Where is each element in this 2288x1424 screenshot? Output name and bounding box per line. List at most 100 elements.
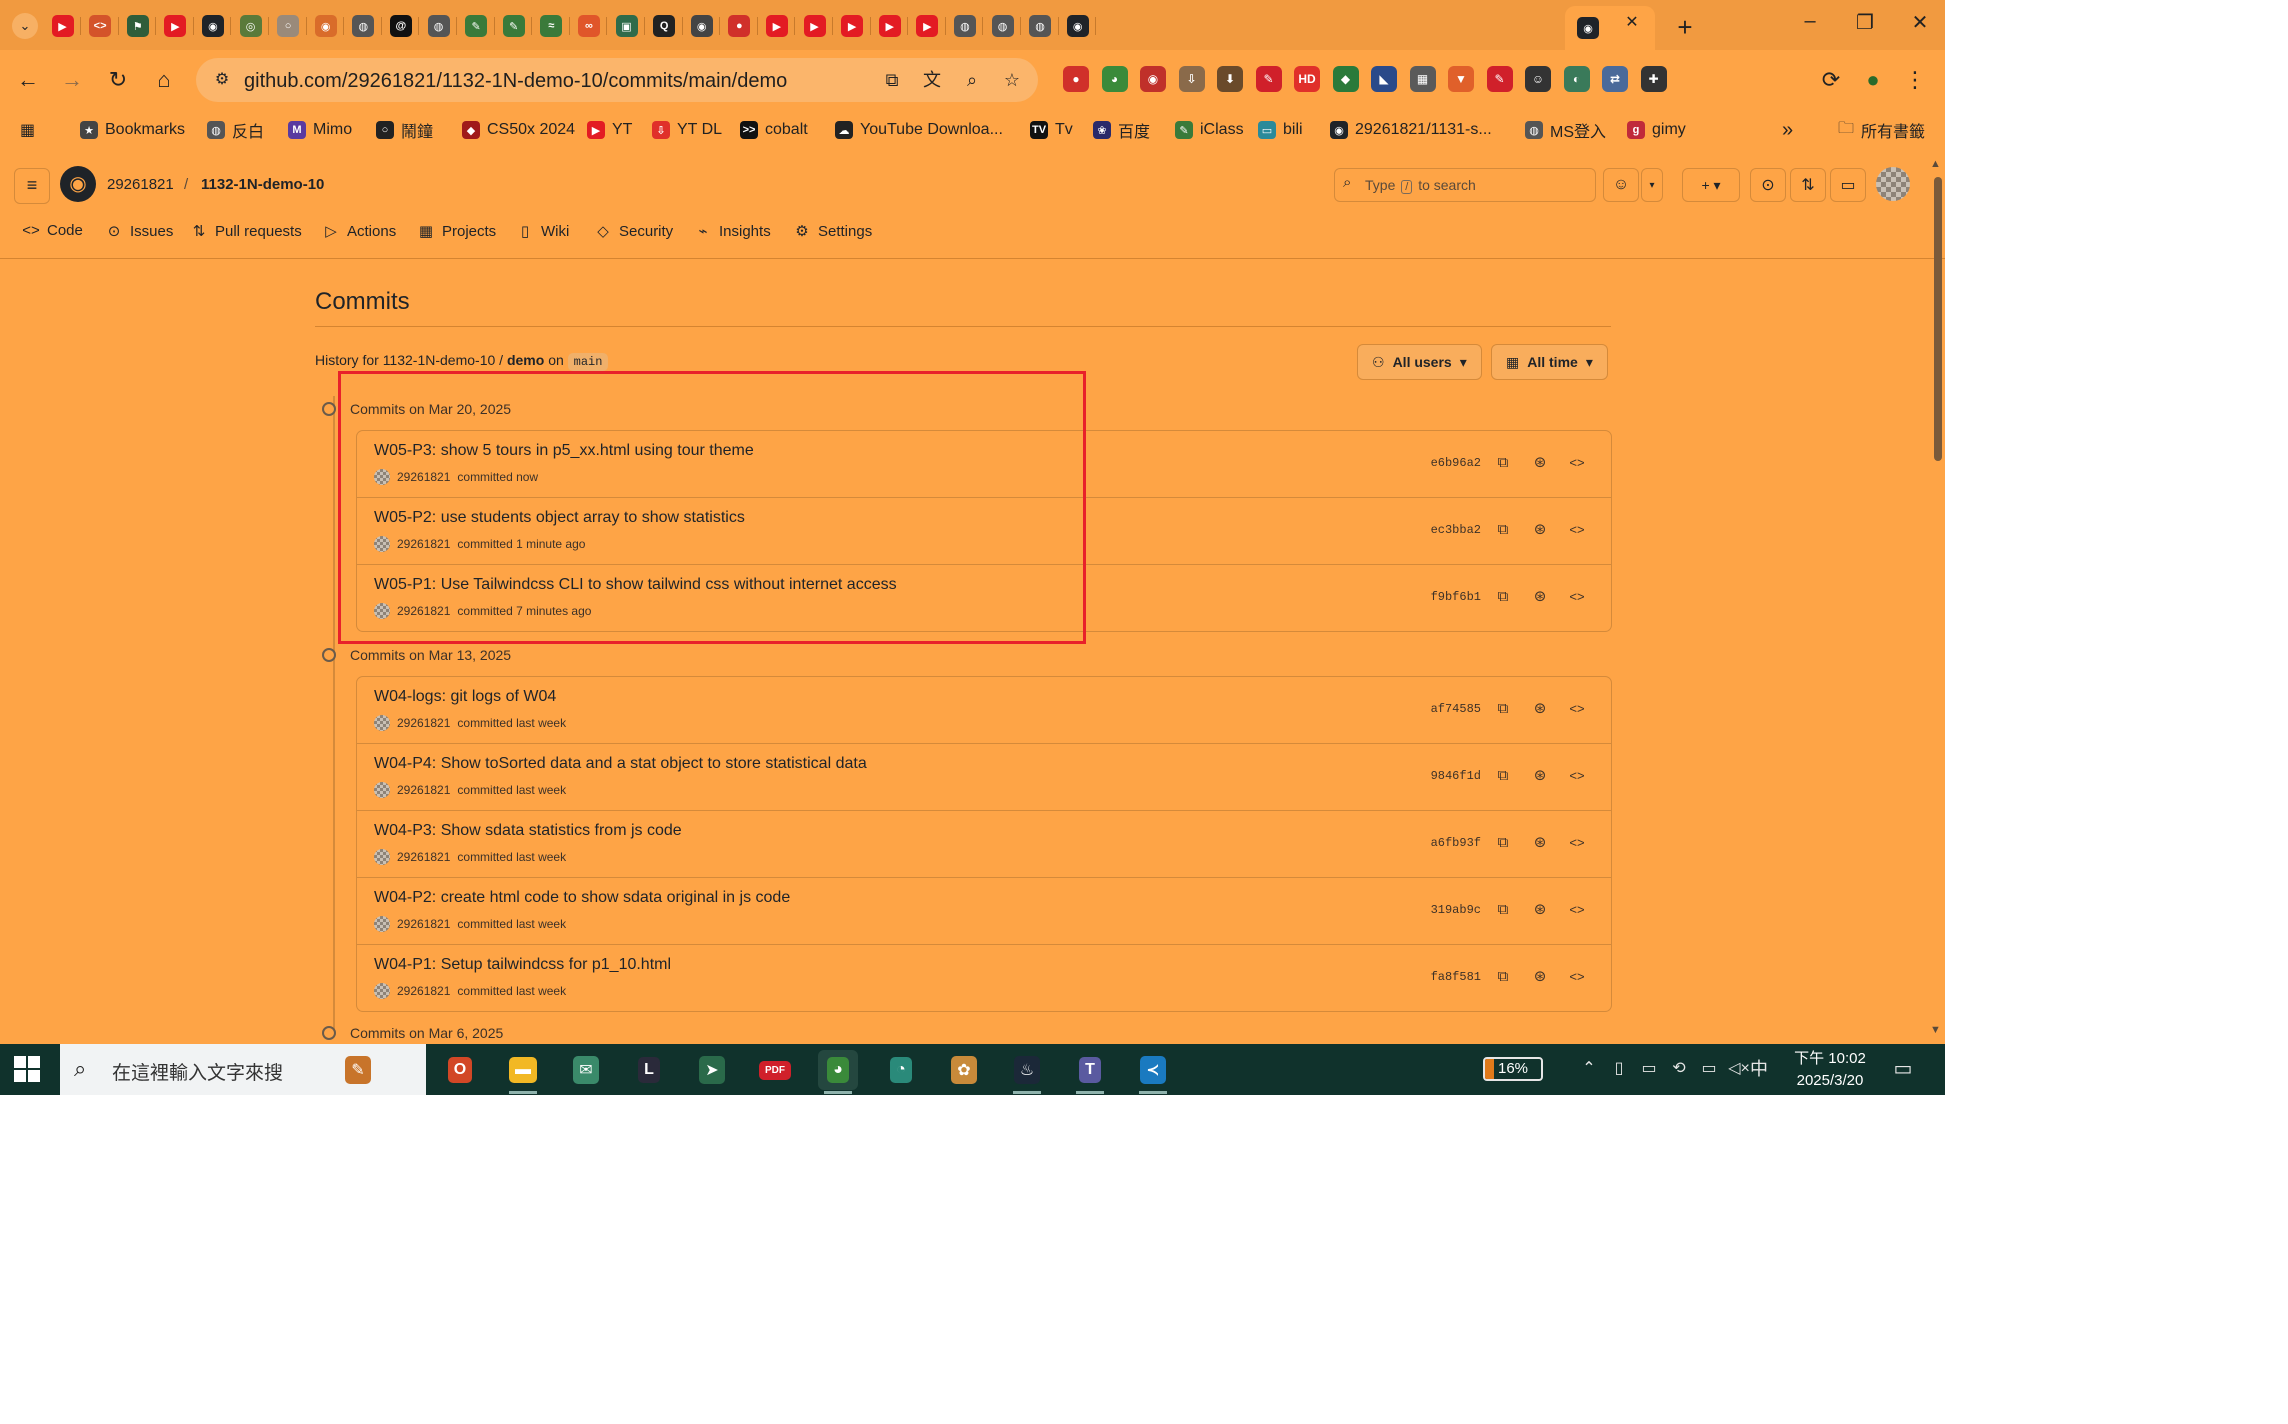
- steam-icon[interactable]: ♨: [1007, 1050, 1047, 1094]
- all-time-filter[interactable]: ▦ All time ▾: [1491, 344, 1608, 380]
- browser-tab[interactable]: ▣: [608, 8, 645, 44]
- github-search-input[interactable]: ⌕ Type / to search: [1334, 168, 1596, 202]
- bookmark-item[interactable]: ▶ YT: [587, 116, 632, 144]
- edge-icon[interactable]: ◔: [881, 1050, 921, 1090]
- chrome-extension-icon[interactable]: ◕: [1101, 66, 1128, 92]
- face-extension-icon[interactable]: ☺: [1525, 66, 1551, 92]
- bookmark-item[interactable]: ○ 鬧鐘: [376, 116, 433, 144]
- copy-icon[interactable]: ⧉: [1491, 585, 1515, 609]
- browser-tab[interactable]: ◍: [420, 8, 457, 44]
- browser-tab[interactable]: ◍: [345, 8, 382, 44]
- browse-files-icon[interactable]: <>: [1565, 697, 1589, 721]
- cast-icon[interactable]: ⧉: [880, 68, 904, 92]
- tab-projects[interactable]: ▦ Projects: [417, 222, 496, 241]
- breadcrumb-repo[interactable]: 1132-1N-demo-10: [201, 176, 324, 193]
- sync-icon[interactable]: ⟲: [1668, 1058, 1690, 1080]
- pen-extension-icon[interactable]: ✎: [1255, 66, 1282, 92]
- edit-extension-icon[interactable]: ✎: [1486, 66, 1513, 92]
- menu-dots-icon[interactable]: ⋮: [1899, 64, 1931, 96]
- bookmark-item[interactable]: ▭ bili: [1258, 116, 1303, 144]
- view-checks-icon[interactable]: ⊛: [1528, 764, 1552, 788]
- browser-tab[interactable]: ✎: [458, 8, 495, 44]
- browser-tab[interactable]: ≈: [533, 8, 570, 44]
- bookmark-item[interactable]: ◍ MS登入: [1525, 116, 1606, 144]
- address-bar[interactable]: ⚙ github.com/29261821/1132-1N-demo-10/co…: [196, 58, 1038, 102]
- browser-tab[interactable]: ∞: [570, 8, 608, 44]
- commit-author[interactable]: 29261821: [397, 850, 450, 864]
- browser-tab[interactable]: ▶: [834, 8, 871, 44]
- sync-icon[interactable]: ⟳: [1815, 64, 1847, 96]
- new-tab-button[interactable]: +: [1670, 12, 1700, 43]
- notification-center-icon[interactable]: ▭: [1892, 1058, 1914, 1080]
- paint-icon[interactable]: ✿: [944, 1050, 984, 1090]
- hd-extension-icon[interactable]: HD: [1294, 66, 1320, 92]
- bookmark-item[interactable]: >> cobalt: [740, 116, 808, 144]
- commit-sha-link[interactable]: f9bf6b1: [1431, 590, 1481, 604]
- commit-sha-link[interactable]: fa8f581: [1431, 970, 1481, 984]
- reload-button[interactable]: ↻: [102, 64, 134, 96]
- system-clock[interactable]: 下午 10:02 2025/3/20: [1785, 1048, 1875, 1092]
- volume-muted-icon[interactable]: ◁×: [1728, 1058, 1750, 1080]
- copy-icon[interactable]: ⧉: [1491, 697, 1515, 721]
- input-method-icon[interactable]: 中: [1748, 1058, 1770, 1080]
- commit-sha-link[interactable]: a6fb93f: [1431, 836, 1481, 850]
- translate-icon[interactable]: 文: [920, 68, 944, 92]
- maximize-button[interactable]: ❐: [1845, 10, 1885, 35]
- tab-code[interactable]: <> Code: [22, 222, 83, 239]
- grid-extension-icon[interactable]: ▦: [1409, 66, 1436, 92]
- bookmark-item[interactable]: ☁ YouTube Downloa...: [835, 116, 1003, 144]
- history-repo-link[interactable]: 1132-1N-demo-10: [383, 352, 496, 368]
- author-avatar[interactable]: [374, 849, 390, 865]
- file-explorer-icon[interactable]: ▬: [503, 1050, 543, 1094]
- scroll-down-icon[interactable]: ▼: [1930, 1024, 1941, 1036]
- view-checks-icon[interactable]: ⊛: [1528, 585, 1552, 609]
- eye-extension-icon[interactable]: ◉: [1140, 66, 1166, 92]
- copy-icon[interactable]: ⧉: [1491, 898, 1515, 922]
- widget-icon[interactable]: ✎: [338, 1050, 378, 1090]
- device-icon[interactable]: ▯: [1608, 1058, 1630, 1080]
- browser-tab[interactable]: ▶: [796, 8, 833, 44]
- commit-author[interactable]: 29261821: [397, 984, 450, 998]
- browser-tab[interactable]: ⚑: [119, 8, 157, 44]
- close-window-button[interactable]: ✕: [1900, 10, 1940, 35]
- view-checks-icon[interactable]: ⊛: [1528, 965, 1552, 989]
- browser-tab[interactable]: ▶: [871, 8, 909, 44]
- home-button[interactable]: ⌂: [148, 64, 180, 96]
- github-logo-icon[interactable]: ◉: [60, 166, 96, 202]
- browser-tab[interactable]: ◉: [1059, 8, 1097, 44]
- bookmark-item[interactable]: ⇩ YT DL: [652, 116, 722, 144]
- pdf-icon[interactable]: PDF: [755, 1050, 795, 1090]
- vscode-icon[interactable]: ≺: [1133, 1050, 1173, 1094]
- commit-author[interactable]: 29261821: [397, 716, 450, 730]
- shield-extension-icon[interactable]: ◆: [1332, 66, 1359, 92]
- bookmark-item[interactable]: TV Tv: [1030, 116, 1073, 144]
- view-checks-icon[interactable]: ⊛: [1528, 451, 1552, 475]
- browser-tab[interactable]: ◍: [1022, 8, 1059, 44]
- tab-issues[interactable]: ⊙ Issues: [105, 222, 174, 241]
- hamburger-menu-icon[interactable]: ≡: [14, 168, 50, 204]
- mail-icon[interactable]: ✉: [566, 1050, 606, 1090]
- browser-tab[interactable]: ◉: [683, 8, 721, 44]
- copy-icon[interactable]: ⧉: [1491, 518, 1515, 542]
- puzzle-extension-icon[interactable]: ✚: [1640, 66, 1667, 92]
- tab-insights[interactable]: ⌁ Insights: [694, 222, 770, 241]
- pull-requests-icon[interactable]: ⇅: [1790, 168, 1826, 202]
- browse-files-icon[interactable]: <>: [1565, 451, 1589, 475]
- inbox-icon[interactable]: ▭: [1830, 168, 1866, 202]
- commit-sha-link[interactable]: af74585: [1431, 702, 1481, 716]
- copy-icon[interactable]: ⧉: [1491, 965, 1515, 989]
- vpn-icon[interactable]: ➤: [692, 1050, 732, 1090]
- browser-tab[interactable]: ◍: [946, 8, 984, 44]
- commit-sha-link[interactable]: 319ab9c: [1431, 903, 1481, 917]
- chrome-icon[interactable]: ◕: [818, 1050, 858, 1094]
- commit-author[interactable]: 29261821: [397, 917, 450, 931]
- bookmark-item[interactable]: ✎ iClass: [1175, 116, 1244, 144]
- commit-author[interactable]: 29261821: [397, 783, 450, 797]
- user-avatar[interactable]: [1876, 167, 1910, 201]
- commit-message-link[interactable]: W04-P4: Show toSorted data and a stat ob…: [374, 755, 867, 773]
- copilot-icon[interactable]: ☺: [1603, 168, 1639, 202]
- browser-tab[interactable]: ▶: [157, 8, 194, 44]
- issues-icon[interactable]: ⊙: [1750, 168, 1786, 202]
- breadcrumb-owner[interactable]: 29261821: [107, 176, 174, 193]
- forward-button[interactable]: →: [56, 64, 88, 96]
